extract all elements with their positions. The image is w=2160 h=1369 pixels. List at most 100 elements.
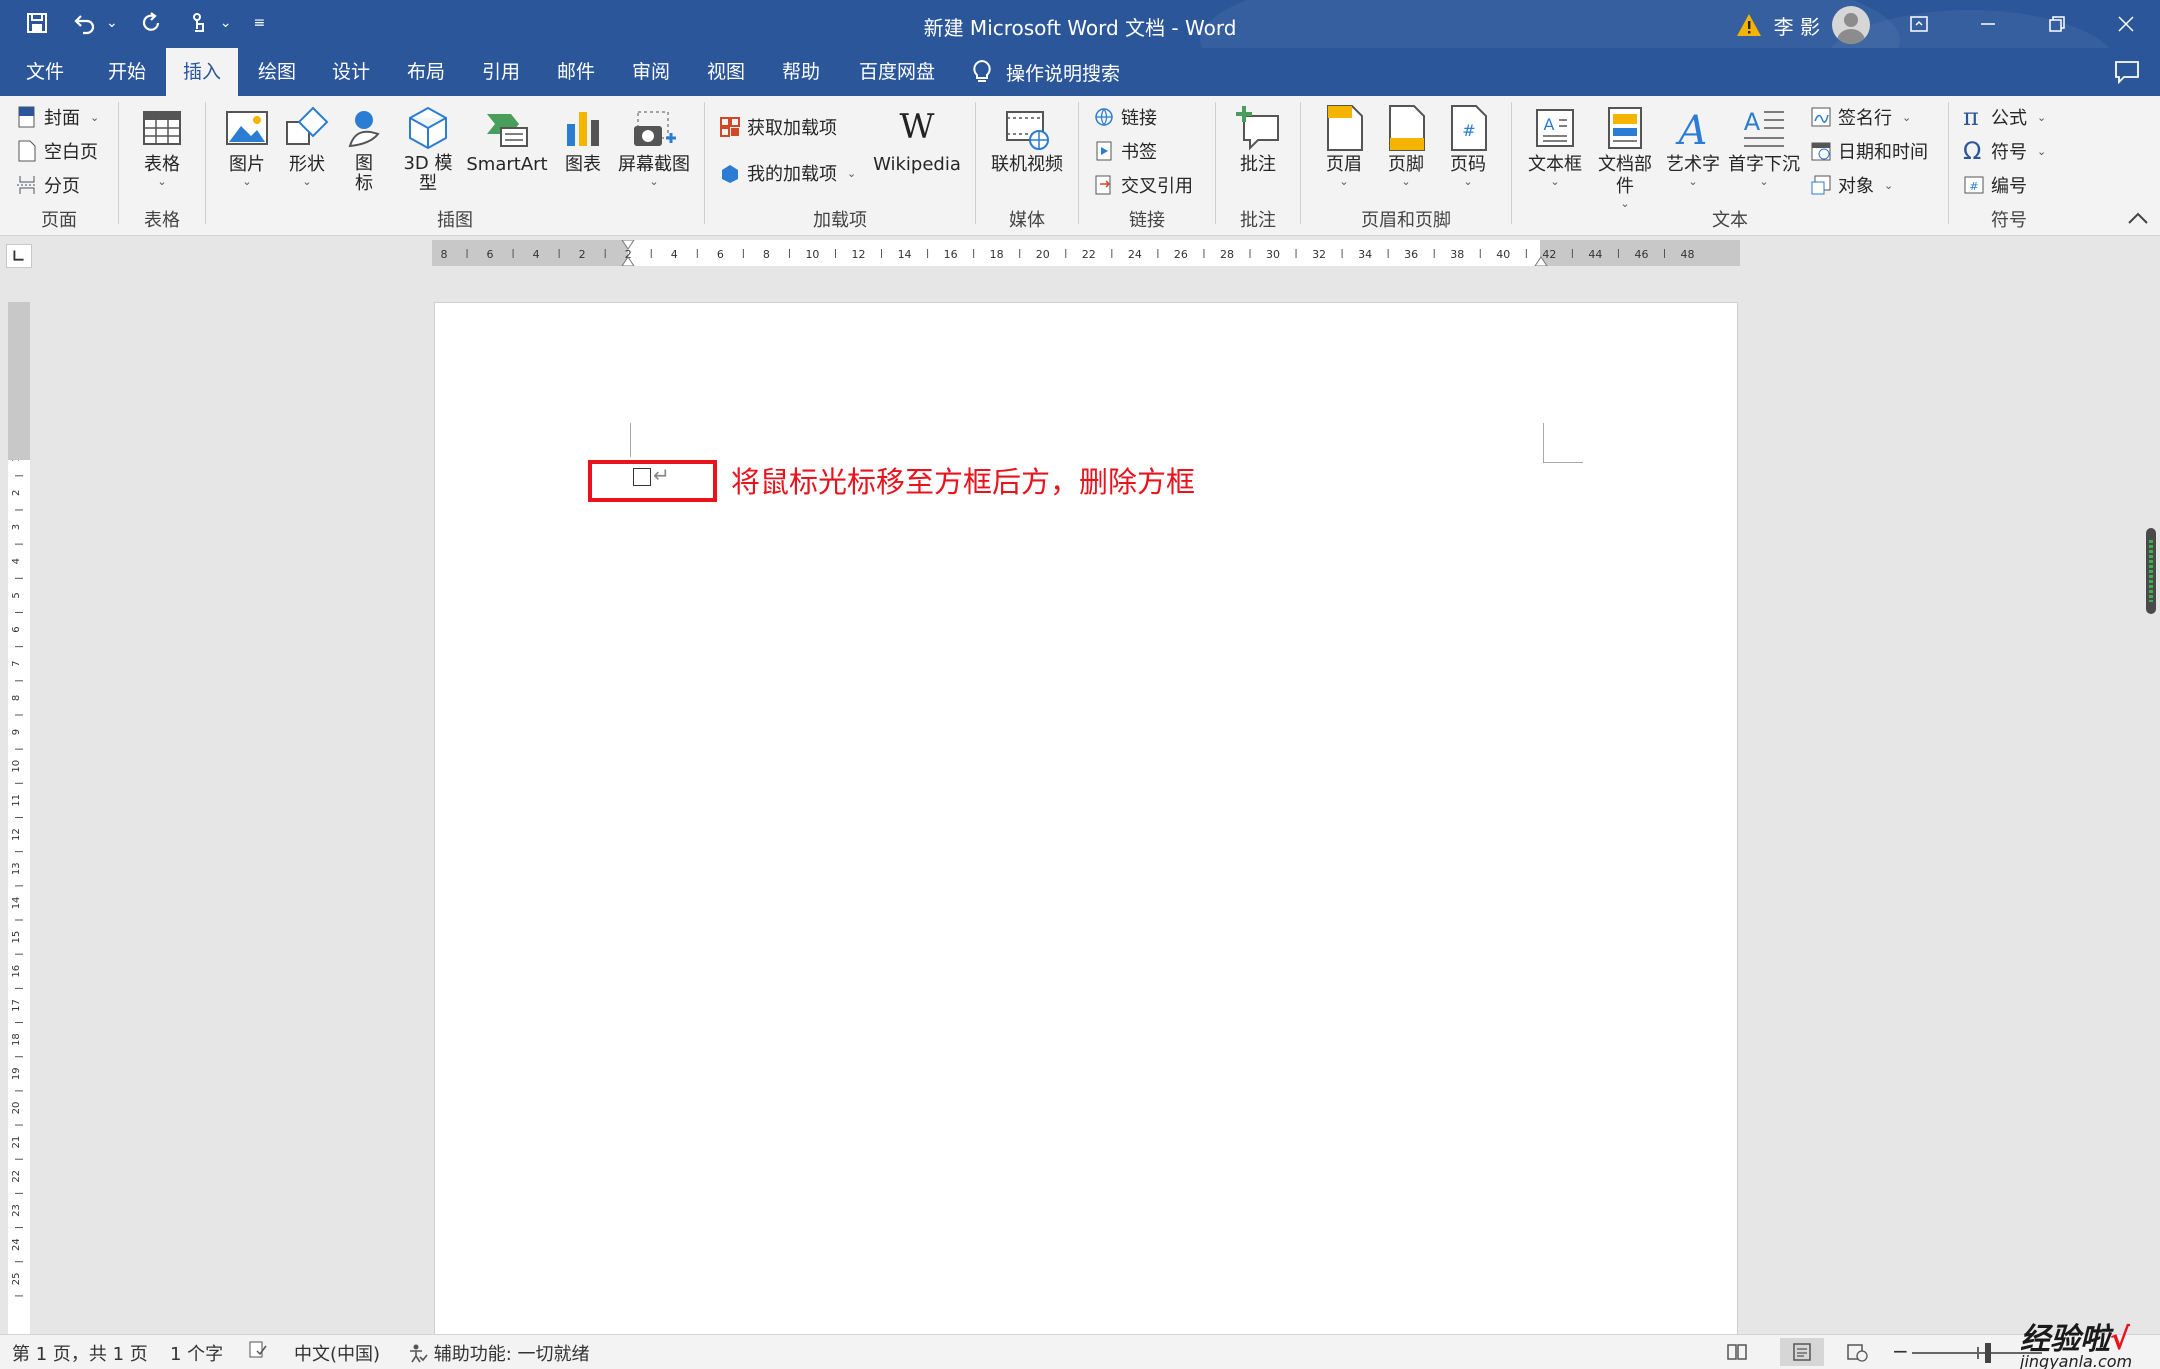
tell-me-search[interactable]: 操作说明搜索 (970, 48, 1120, 96)
object-button[interactable]: 对象 ⌄ (1810, 170, 1893, 200)
lightbulb-icon (973, 59, 991, 82)
svg-text:#: # (1969, 180, 1978, 193)
header-button[interactable]: 页眉 ⌄ (1317, 104, 1371, 188)
title-bar: ⌄ ⌄ ≡ 新建 Microsoft Word 文档 - Word 李 影 (0, 0, 2160, 48)
group-illustrations: 图片 ⌄ 形状 ⌄ 图 标 3D 模 型 SmartArt 图表 屏幕截图 ⌄ … (206, 96, 704, 236)
cross-reference-button[interactable]: 交叉引用 (1093, 170, 1193, 200)
drop-cap-button[interactable]: A 首字下沉 ⌄ (1726, 104, 1802, 188)
minimize-icon[interactable] (1953, 0, 2022, 48)
number-button[interactable]: # 编号 (1963, 170, 2027, 200)
tab-view[interactable]: 视图 (695, 48, 757, 96)
ruler-label: 8 (763, 248, 770, 261)
tab-help[interactable]: 帮助 (770, 48, 832, 96)
vertical-ruler[interactable]: 4321123456789101112131415161718192021222… (8, 302, 30, 1334)
equation-button[interactable]: π 公式 ⌄ (1963, 102, 2046, 132)
page-count[interactable]: 第 1 页，共 1 页 (12, 1340, 148, 1366)
omega-icon: Ω (1963, 137, 1982, 165)
vertical-scrollbar-thumb[interactable] (2146, 528, 2156, 614)
svg-text:#: # (1462, 121, 1475, 140)
online-video-button[interactable]: 联机视频 (986, 104, 1068, 176)
group-comments: 批注 批注 (1216, 96, 1300, 236)
ruler-label: 10 (805, 248, 819, 261)
table-icon (143, 111, 181, 145)
user-name[interactable]: 李 影 (1774, 11, 1820, 40)
ruler-label: 13 (11, 862, 22, 875)
ruler-label: 42 (1542, 248, 1556, 261)
page-number-label: 页码 (1450, 154, 1486, 175)
bookmark-icon (1096, 141, 1112, 161)
wikipedia-button[interactable]: W Wikipedia (869, 104, 965, 176)
page-number-button[interactable]: # 页码 ⌄ (1441, 104, 1495, 188)
ruler-label: 28 (1220, 248, 1234, 261)
screenshot-button[interactable]: 屏幕截图 ⌄ (612, 104, 696, 188)
chart-label: 图表 (565, 154, 601, 175)
cover-page-button[interactable]: 封面 ⌄ (16, 102, 99, 132)
proofing-icon[interactable] (248, 1340, 268, 1362)
icons-button[interactable]: 图 标 (342, 104, 386, 194)
warning-icon[interactable] (1736, 13, 1762, 37)
tab-mailings[interactable]: 邮件 (545, 48, 607, 96)
quick-parts-button[interactable]: 文档部件 ⌄ (1590, 104, 1660, 210)
ruler-label: 18 (990, 248, 1004, 261)
date-time-button[interactable]: 日期和时间 (1810, 136, 1928, 166)
smartart-icon (487, 114, 528, 147)
collapse-ribbon-icon[interactable] (2126, 209, 2150, 227)
close-icon[interactable] (2091, 0, 2160, 48)
tab-file[interactable]: 文件 (14, 48, 76, 96)
accessibility-status[interactable]: 辅助功能: 一切就绪 (408, 1340, 590, 1366)
new-comment-icon (1236, 106, 1279, 151)
camera-icon (634, 111, 676, 146)
blank-page-button[interactable]: 空白页 (16, 136, 98, 166)
tab-layout[interactable]: 布局 (395, 48, 457, 96)
ruler-label: 6 (487, 248, 494, 261)
language[interactable]: 中文(中国) (294, 1340, 380, 1366)
text-box-button[interactable]: A 文本框 ⌄ (1526, 104, 1584, 188)
document-page[interactable]: ↵ 将鼠标光标移至方框后方，删除方框 (434, 302, 1738, 1334)
bookmark-button[interactable]: 书签 (1093, 136, 1157, 166)
get-addins-button[interactable]: 获取加载项 (719, 112, 837, 142)
link-button[interactable]: 链接 (1093, 102, 1157, 132)
ruler-label: 8 (11, 695, 22, 701)
ruler-label: 10 (11, 760, 22, 773)
group-symbols: π 公式 ⌄ Ω 符号 ⌄ # 编号 符号 (1949, 96, 2069, 236)
icons-label-line2: 标 (355, 173, 373, 194)
read-mode-icon[interactable] (1722, 1338, 1752, 1366)
symbol-button[interactable]: Ω 符号 ⌄ (1963, 136, 2046, 166)
table-button[interactable]: 表格 ⌄ (131, 104, 193, 188)
ribbon-tabs: 文件 开始 插入 绘图 设计 布局 引用 邮件 审阅 视图 帮助 百度网盘 操作… (0, 48, 2160, 96)
web-layout-icon[interactable] (1842, 1338, 1872, 1366)
zoom-slider-thumb[interactable] (1985, 1343, 1991, 1363)
smartart-label: SmartArt (466, 154, 548, 175)
horizontal-ruler[interactable]: 8 6 4 2 2 4 6 8 10 12 14 16 18 20 22 24 26 28 30 32 34 36 38 40… (432, 240, 1740, 266)
page-break-button[interactable]: 分页 (16, 170, 80, 200)
tab-home[interactable]: 开始 (96, 48, 158, 96)
wordart-button[interactable]: A 艺术字 ⌄ (1664, 104, 1722, 188)
footer-button[interactable]: 页脚 ⌄ (1379, 104, 1433, 188)
tab-baidu-netdisk[interactable]: 百度网盘 (848, 48, 946, 96)
word-count[interactable]: 1 个字 (170, 1340, 223, 1366)
tab-draw[interactable]: 绘图 (246, 48, 308, 96)
tab-design[interactable]: 设计 (320, 48, 382, 96)
zoom-out-icon[interactable]: − (1892, 1339, 1909, 1363)
comments-icon[interactable] (2114, 60, 2140, 84)
my-addins-button[interactable]: 我的加载项 ⌄ (719, 158, 856, 188)
picture-label: 图片 (229, 154, 265, 175)
shapes-button[interactable]: 形状 ⌄ (280, 104, 334, 188)
group-tables: 表格 ⌄ 表格 (119, 96, 205, 236)
new-comment-button[interactable]: 批注 (1228, 104, 1288, 176)
tab-review[interactable]: 审阅 (620, 48, 682, 96)
print-layout-icon[interactable] (1780, 1338, 1824, 1366)
avatar[interactable] (1832, 6, 1870, 44)
tab-references[interactable]: 引用 (470, 48, 532, 96)
3d-models-button[interactable]: 3D 模 型 (400, 104, 456, 194)
restore-icon[interactable] (2022, 0, 2091, 48)
horizontal-ruler-ticks: 8 6 4 2 2 4 6 8 10 12 14 16 18 20 22 24 26 28 30 32 34 36 38 40… (441, 240, 1695, 266)
tab-insert[interactable]: 插入 (166, 48, 238, 96)
ribbon-display-options-icon[interactable] (1884, 0, 1953, 48)
ruler-label: 14 (11, 897, 22, 910)
picture-button[interactable]: 图片 ⌄ (220, 104, 274, 188)
tab-selector[interactable] (6, 244, 32, 268)
smartart-button[interactable]: SmartArt (464, 104, 550, 176)
signature-line-button[interactable]: 签名行 ⌄ (1810, 102, 1911, 132)
chart-button[interactable]: 图表 (556, 104, 610, 176)
